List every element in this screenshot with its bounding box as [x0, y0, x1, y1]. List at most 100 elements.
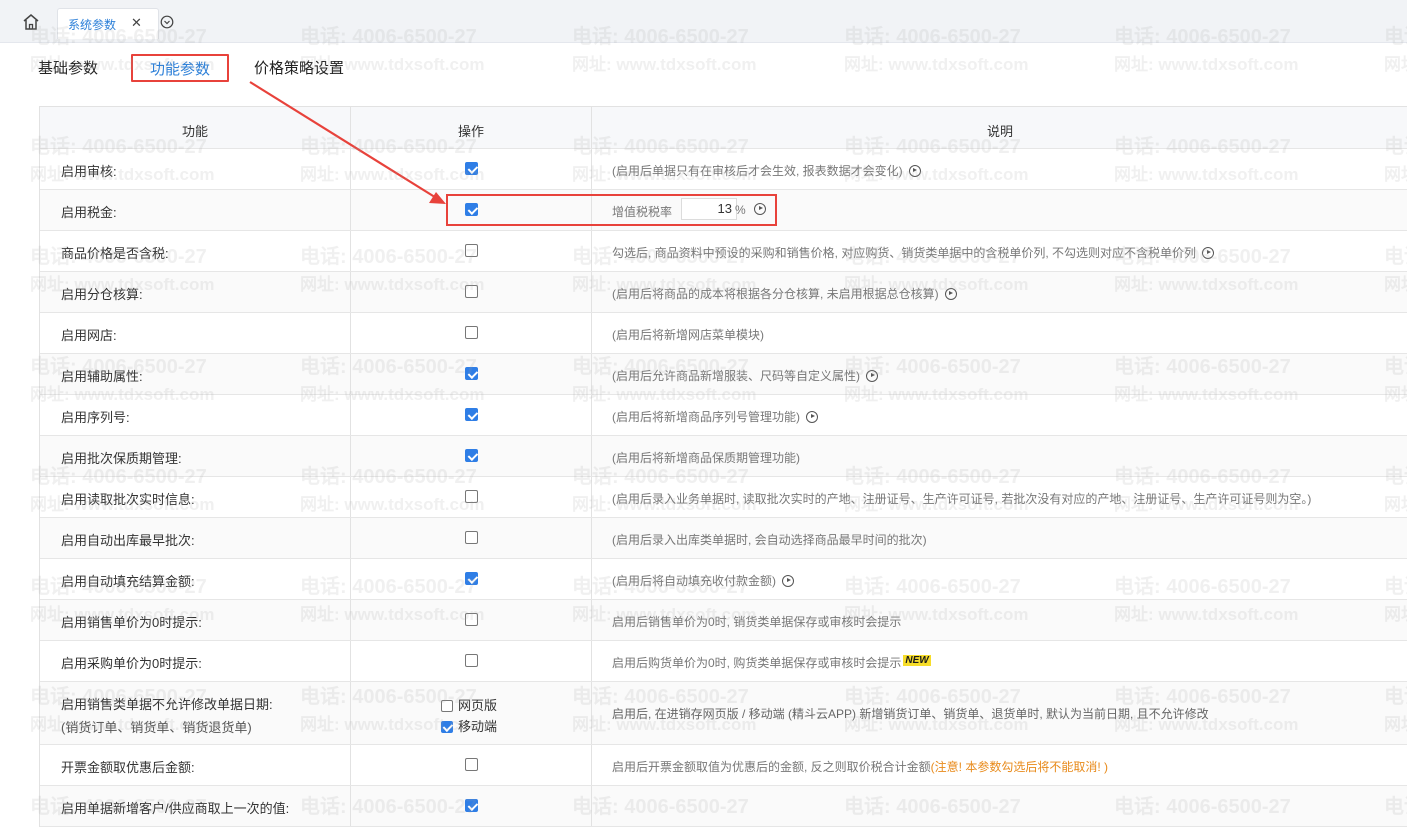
new-badge: NEW [903, 655, 931, 666]
play-video-icon[interactable] [1202, 246, 1215, 259]
watermark-site: 网址: www.tdxsoft.com [1114, 55, 1299, 74]
description-text: 启用后销售单价为0时, 销货类单据保存或审核时会提示 [612, 613, 901, 630]
feature-label: 启用税金: [61, 205, 117, 220]
table-row: 启用分仓核算: (启用后将商品的成本将根据各分仓核算, 未启用根据总仓核算) [40, 272, 1407, 313]
play-video-icon[interactable] [908, 164, 921, 177]
watermark-site: 网址: www.tdxsoft.com [844, 55, 1029, 74]
feature-label: 启用采购单价为0时提示: [61, 656, 202, 671]
watermark-site: 网址: www.tdxsoft.com [572, 55, 757, 74]
feature-label: 启用审核: [61, 164, 117, 179]
feature-sublabel: (销货订单、销货单、销货退货单) [61, 720, 252, 735]
table-row: 启用采购单价为0时提示: 启用后购货单价为0时, 购货类单据保存或审核时会提示 NE… [40, 641, 1407, 682]
option-label: 移动端 [458, 719, 498, 734]
tab-system-params[interactable]: 系统参数 ✕ [57, 8, 159, 39]
checkbox[interactable] [441, 699, 453, 712]
description-body: (启用后允许商品新增服装、尺码等自定义属性) [612, 369, 860, 383]
checkbox[interactable] [441, 720, 453, 733]
feature-checkbox[interactable] [465, 162, 478, 175]
feature-checkbox[interactable] [465, 408, 478, 421]
table-row: 启用税金: 增值税税率 13% [40, 190, 1407, 231]
feature-checkbox[interactable] [465, 799, 478, 812]
option-mobile[interactable]: 移动端 [441, 716, 497, 735]
warning-text: (注意! 本参数勾选后将不能取消! ) [930, 760, 1109, 774]
close-icon[interactable]: ✕ [131, 16, 143, 30]
description-body: 勾选后, 商品资料中预设的采购和销售价格, 对应购货、销货类单据中的含税单价列,… [612, 246, 1197, 260]
feature-checkbox[interactable] [465, 285, 478, 298]
subtab-price-strategy[interactable]: 价格策略设置 [254, 58, 344, 80]
description-body: (启用后将新增网店菜单模块) [612, 328, 764, 342]
description-text: 勾选后, 商品资料中预设的采购和销售价格, 对应购货、销货类单据中的含税单价列,… [612, 244, 1215, 261]
subtab-basic-params[interactable]: 基础参数 [38, 58, 98, 80]
feature-checkbox[interactable] [465, 367, 478, 380]
feature-label: 开票金额取优惠后金额: [61, 760, 195, 775]
table-header: 功能 操作 说明 [40, 107, 1407, 149]
description-body: (启用后将自动填充收付款金额) [612, 574, 776, 588]
table-row: 启用网店: (启用后将新增网店菜单模块) [40, 313, 1407, 354]
table-row: 启用单据新增客户/供应商取上一次的值: [40, 786, 1407, 827]
feature-checkbox[interactable] [465, 613, 478, 626]
feature-checkbox[interactable] [465, 654, 478, 667]
description-text: 启用后开票金额取值为优惠后的金额, 反之则取价税合计金额(注意! 本参数勾选后将… [612, 758, 1108, 775]
header-feature: 功能 [181, 124, 208, 139]
play-video-icon[interactable] [866, 369, 878, 382]
description-body: (启用后将新增商品序列号管理功能) [612, 410, 800, 424]
tax-rate-label: 增值税税率 [612, 205, 673, 219]
tax-unit: % [735, 203, 746, 217]
description-text: (启用后将新增商品序列号管理功能) [612, 408, 818, 425]
option-web[interactable]: 网页版 [441, 695, 497, 714]
description-body: (启用后录入业务单据时, 读取批次实时的产地、注册证号、生产许可证号, 若批次没… [612, 492, 1312, 506]
chevron-down-circle-icon[interactable] [160, 15, 174, 29]
feature-checkbox[interactable] [465, 531, 478, 544]
feature-label: 启用辅助属性: [61, 369, 143, 384]
feature-checkbox[interactable] [465, 490, 478, 503]
description-body: 启用后销售单价为0时, 销货类单据保存或审核时会提示 [612, 615, 902, 629]
tax-rate-input[interactable]: 13 [681, 198, 737, 220]
feature-label: 启用网店: [61, 328, 117, 343]
watermark-site: 网址: www.tdxsoft.com [1384, 55, 1407, 74]
play-video-icon[interactable] [782, 574, 794, 587]
feature-checkbox[interactable] [465, 449, 478, 462]
table-row: 启用批次保质期管理: (启用后将新增商品保质期管理功能) [40, 436, 1407, 477]
feature-label: 启用单据新增客户/供应商取上一次的值: [61, 801, 290, 816]
feature-label: 启用销售类单据不允许修改单据日期: [61, 697, 273, 712]
table-row: 启用销售单价为0时提示: 启用后销售单价为0时, 销货类单据保存或审核时会提示 [40, 600, 1407, 641]
feature-checkbox[interactable] [465, 758, 478, 771]
home-icon[interactable] [22, 13, 40, 31]
table-row: 启用序列号: (启用后将新增商品序列号管理功能) [40, 395, 1407, 436]
description-body: 启用后, 在进销存网页版 / 移动端 (精斗云APP) 新增销货订单、销货单、退… [612, 707, 1209, 721]
table-row: 开票金额取优惠后金额: 启用后开票金额取值为优惠后的金额, 反之则取价税合计金额(… [40, 745, 1407, 786]
feature-checkbox[interactable] [465, 572, 478, 585]
feature-label: 启用批次保质期管理: [61, 451, 182, 466]
description-body: (启用后单据只有在审核后才会生效, 报表数据才会变化) [612, 164, 903, 178]
feature-label: 启用序列号: [61, 410, 130, 425]
feature-label: 启用自动出库最早批次: [61, 533, 195, 548]
feature-checkbox[interactable] [465, 203, 478, 216]
feature-label: 启用分仓核算: [61, 287, 143, 302]
header-description: 说明 [986, 124, 1013, 139]
feature-checkbox[interactable] [465, 326, 478, 339]
description-text: (启用后将自动填充收付款金额) [612, 572, 794, 589]
description-text: (启用后将新增商品保质期管理功能) [612, 449, 800, 466]
play-video-icon[interactable] [754, 203, 766, 215]
feature-checkbox[interactable] [465, 244, 478, 257]
description-text: (启用后录入出库类单据时, 会自动选择商品最早时间的批次) [612, 531, 927, 548]
description-text: (启用后将商品的成本将根据各分仓核算, 未启用根据总仓核算) [612, 285, 957, 302]
description-text: 启用后购货单价为0时, 购货类单据保存或审核时会提示 NEW [612, 654, 931, 671]
params-table: 功能 操作 说明 启用审核: (启用后单据只有在审核后才会生效, 报表数据才会变化… [39, 106, 1407, 827]
description-text: (启用后允许商品新增服装、尺码等自定义属性) [612, 367, 878, 384]
table-row: 商品价格是否含税: 勾选后, 商品资料中预设的采购和销售价格, 对应购货、销货类单… [40, 231, 1407, 272]
description-body: (启用后录入出库类单据时, 会自动选择商品最早时间的批次) [612, 533, 927, 547]
subtab-function-params[interactable]: 功能参数 [131, 54, 229, 82]
play-video-icon[interactable] [944, 287, 957, 300]
feature-label: 启用销售单价为0时提示: [61, 615, 202, 630]
play-video-icon[interactable] [806, 410, 818, 423]
table-row: 启用读取批次实时信息: (启用后录入业务单据时, 读取批次实时的产地、注册证号、生… [40, 477, 1407, 518]
description-text: (启用后录入业务单据时, 读取批次实时的产地、注册证号、生产许可证号, 若批次没… [612, 490, 1311, 507]
description-body: 启用后购货单价为0时, 购货类单据保存或审核时会提示 [612, 656, 902, 670]
table-row: 启用自动填充结算金额: (启用后将自动填充收付款金额) [40, 559, 1407, 600]
feature-label: 启用读取批次实时信息: [61, 492, 195, 507]
description-body: 启用后开票金额取值为优惠后的金额, 反之则取价税合计金额 [612, 760, 931, 774]
option-label: 网页版 [458, 698, 498, 713]
description-text: (启用后将新增网店菜单模块) [612, 326, 764, 343]
description-body: (启用后将商品的成本将根据各分仓核算, 未启用根据总仓核算) [612, 287, 939, 301]
